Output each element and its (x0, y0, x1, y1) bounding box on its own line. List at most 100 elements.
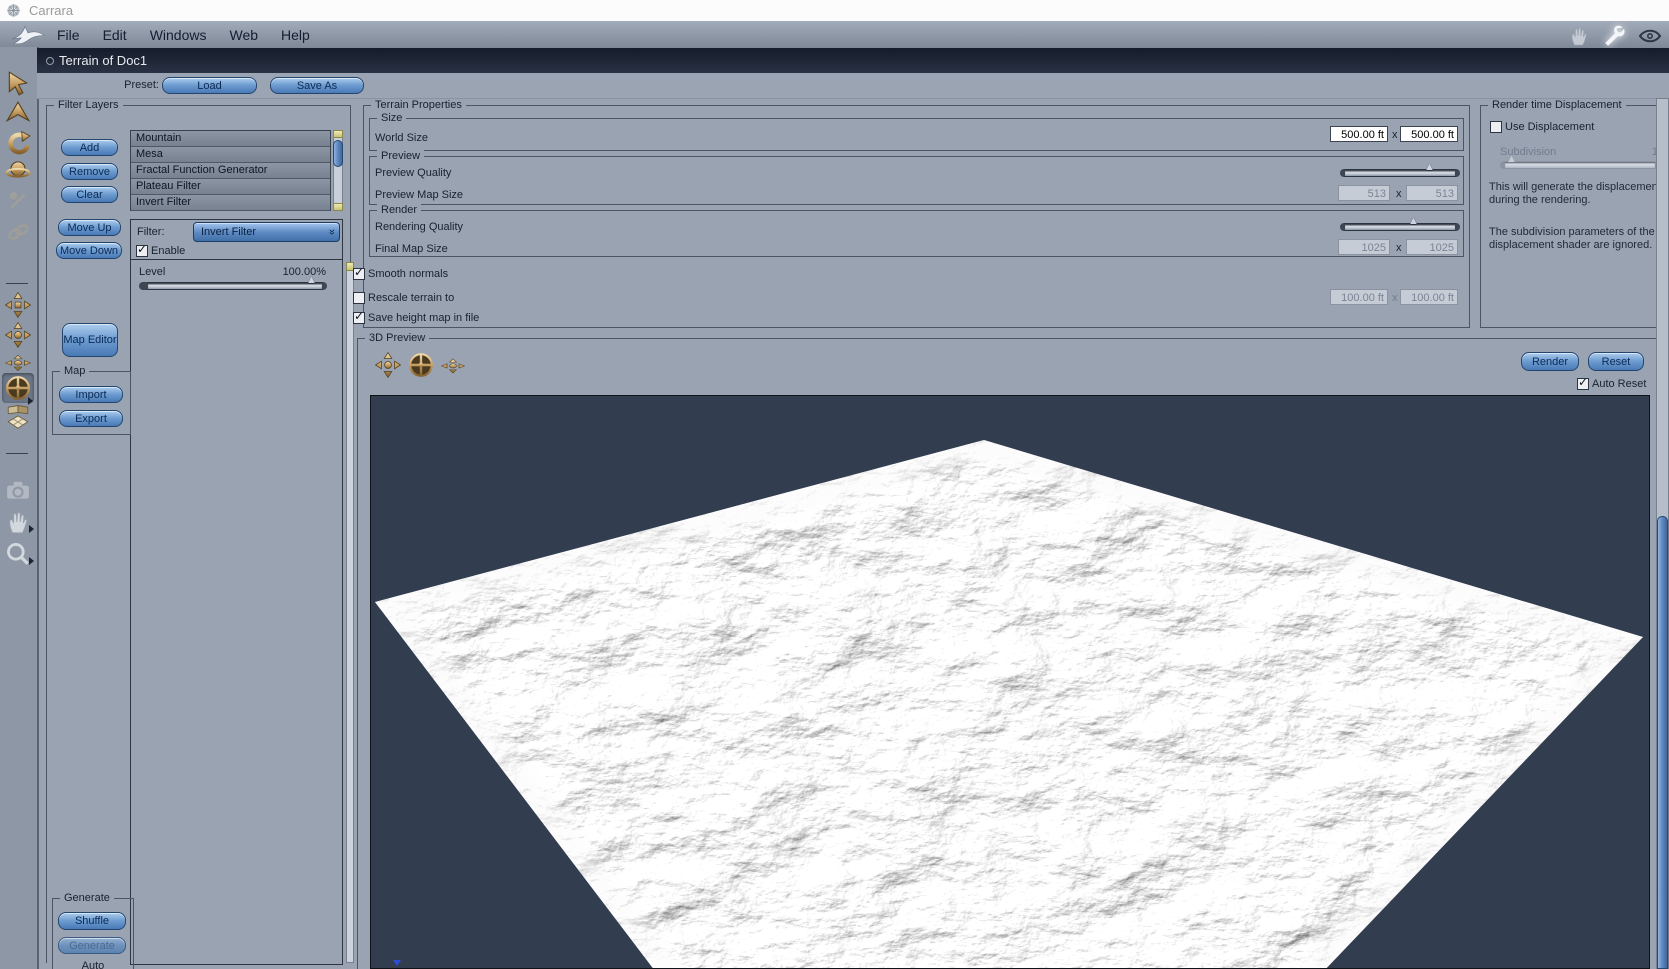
rescale-times-label: x (1392, 292, 1398, 304)
rescale-terrain-checkbox[interactable] (353, 292, 365, 304)
scroll-indicator-icon (393, 960, 401, 966)
scale-icon[interactable] (5, 157, 31, 183)
list-scrollbar-top-cap[interactable] (333, 130, 343, 138)
menu-edit[interactable]: Edit (103, 27, 127, 43)
list-item[interactable]: Fractal Function Generator (131, 163, 330, 179)
eye-icon[interactable] (1638, 24, 1662, 48)
hand-icon[interactable] (1568, 25, 1590, 47)
final-map-width-field: 1025 (1338, 239, 1390, 255)
world-size-label: World Size (375, 132, 428, 144)
menu-windows[interactable]: Windows (150, 27, 207, 43)
room-corner-icon[interactable] (5, 405, 31, 431)
orbit-icon[interactable] (375, 352, 401, 378)
move-up-button[interactable]: Move Up (58, 219, 121, 236)
camera-icon[interactable] (5, 477, 31, 503)
pan-flat-icon[interactable] (441, 354, 465, 378)
preview-times-label: x (1396, 188, 1402, 200)
list-scrollbar-bottom-cap[interactable] (333, 203, 343, 211)
use-displacement-checkbox[interactable] (1490, 121, 1502, 133)
list-item[interactable]: Invert Filter (131, 195, 330, 211)
trackball-icon[interactable] (408, 352, 434, 378)
subdivision-thumb: ▲ (1506, 153, 1517, 165)
preset-bar: Preset: Load Save As (37, 73, 1669, 99)
preview-quality-thumb[interactable]: ▲ (1424, 161, 1435, 173)
displacement-group-title: Render time Displacement (1488, 99, 1626, 111)
filter-layers-title: Filter Layers (54, 99, 123, 111)
final-map-size-label: Final Map Size (375, 243, 448, 255)
zoom-icon[interactable] (5, 541, 31, 567)
carrara-logo-icon (10, 23, 46, 47)
pan-up-icon[interactable] (5, 292, 31, 318)
world-size-width-field[interactable]: 500.00 ft (1330, 126, 1388, 142)
subdivision-value: 1 (1651, 146, 1658, 158)
preview-3d-title: 3D Preview (365, 332, 430, 344)
preview-map-size-label: Preview Map Size (375, 189, 464, 201)
size-group: Size (369, 112, 1464, 151)
size-group-title: Size (377, 112, 407, 124)
list-scrollbar-thumb[interactable] (333, 140, 343, 167)
render-group: Render (369, 204, 1464, 257)
remove-button[interactable]: Remove (61, 163, 118, 180)
filter-dropdown[interactable]: Invert Filter « (193, 222, 340, 242)
rescale-width-field: 100.00 ft (1330, 289, 1388, 305)
select-arrow-icon[interactable] (5, 70, 31, 96)
filter-dropdown-value: Invert Filter (201, 226, 257, 238)
enable-checkbox[interactable] (136, 242, 148, 257)
save-height-map-checkbox[interactable] (353, 309, 365, 324)
list-item[interactable]: Mountain (131, 131, 330, 147)
auto-reset-label: Auto Reset (1592, 378, 1647, 390)
save-height-map-label: Save height map in file (368, 312, 480, 324)
level-slider[interactable] (139, 282, 327, 290)
generate-group-title: Generate (60, 892, 114, 904)
level-slider-thumb[interactable]: ▲ (306, 274, 317, 286)
terrain-3d-viewport[interactable] (370, 395, 1650, 969)
list-item[interactable]: Plateau Filter (131, 179, 330, 195)
menu-help[interactable]: Help (281, 27, 310, 43)
filter-settings-panel (130, 219, 343, 965)
window-scrollbar-thumb[interactable] (1657, 516, 1668, 969)
rendering-quality-slider[interactable] (1340, 223, 1460, 231)
toolbar-divider (6, 453, 28, 454)
preset-label: Preset: (124, 79, 159, 91)
move-icon[interactable] (5, 100, 31, 126)
tool-palette (0, 47, 39, 969)
wrench-icon[interactable] (1601, 23, 1626, 48)
list-item[interactable]: Mesa (131, 147, 330, 163)
rendering-quality-label: Rendering Quality (375, 221, 464, 233)
panel-scrollbar[interactable] (346, 262, 354, 963)
smooth-normals-label: Smooth normals (368, 268, 449, 280)
preset-save-as-button[interactable]: Save As (270, 77, 364, 94)
chevron-down-icon: « (325, 228, 338, 236)
shuffle-button[interactable]: Shuffle (58, 912, 126, 930)
terrain-render (371, 396, 1649, 969)
link-icon[interactable] (5, 219, 31, 245)
import-button[interactable]: Import (59, 386, 123, 403)
menu-bar: File Edit Windows Web Help (0, 21, 1669, 50)
move-down-button[interactable]: Move Down (56, 242, 122, 259)
menu-web[interactable]: Web (229, 27, 258, 43)
add-button[interactable]: Add (61, 139, 118, 156)
level-label: Level (139, 266, 166, 278)
displacement-group: Render time Displacement (1480, 99, 1666, 328)
preview-quality-slider[interactable] (1340, 169, 1460, 177)
menu-file[interactable]: File (57, 27, 80, 43)
displacement-note-1: This will generate the displacement duri… (1489, 181, 1661, 206)
generate-button[interactable]: Generate (58, 937, 126, 954)
render-button[interactable]: Render (1521, 352, 1579, 371)
map-editor-button[interactable]: Map Editor (62, 323, 118, 357)
enable-label: Enable (151, 245, 186, 257)
world-size-height-field[interactable]: 500.00 ft (1400, 126, 1458, 142)
hand-icon[interactable] (5, 509, 31, 535)
rendering-quality-thumb[interactable]: ▲ (1408, 215, 1419, 227)
smooth-normals-checkbox[interactable] (353, 265, 365, 280)
auto-reset-checkbox[interactable] (1577, 375, 1589, 390)
export-button[interactable]: Export (59, 410, 123, 427)
pan-3d-icon[interactable] (5, 322, 31, 348)
reset-button[interactable]: Reset (1588, 352, 1644, 371)
filter-label: Filter: (137, 226, 165, 238)
rotate-icon[interactable] (5, 130, 31, 156)
render-group-title: Render (377, 204, 422, 216)
shear-icon[interactable] (5, 187, 31, 213)
clear-button[interactable]: Clear (61, 186, 118, 203)
preset-load-button[interactable]: Load (162, 77, 257, 94)
